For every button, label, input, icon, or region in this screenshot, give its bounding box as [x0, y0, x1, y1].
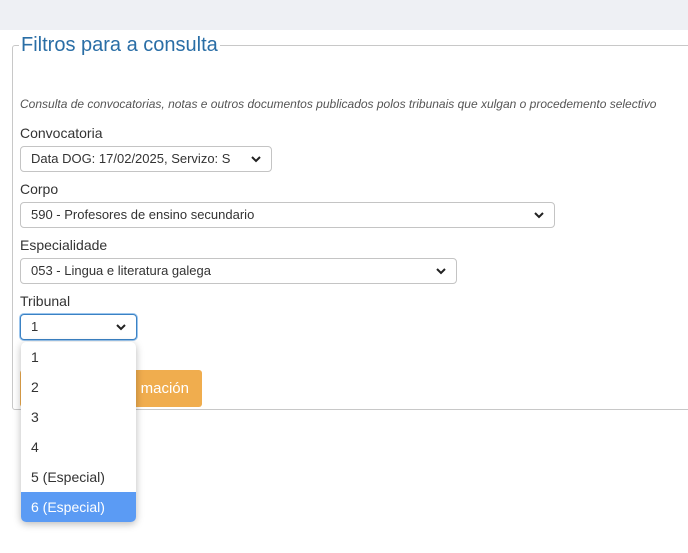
- especialidade-value: 053 - Lingua e literatura galega: [31, 263, 211, 278]
- corpo-value: 590 - Profesores de ensino secundario: [31, 207, 255, 222]
- tribunal-option[interactable]: 2: [21, 372, 136, 402]
- tribunal-dropdown: 1 2 3 4 5 (Especial) 6 (Especial): [21, 342, 136, 522]
- chevron-down-icon: [116, 324, 126, 331]
- chevron-down-icon: [436, 268, 446, 275]
- tribunal-option[interactable]: 3: [21, 402, 136, 432]
- filters-legend: Filtros para a consulta: [21, 34, 218, 56]
- tribunal-label: Tribunal: [20, 293, 71, 309]
- especialidade-label: Especialidade: [20, 237, 108, 253]
- corpo-label: Corpo: [20, 181, 59, 197]
- tribunal-option[interactable]: 5 (Especial): [21, 462, 136, 492]
- chevron-down-icon: [534, 212, 544, 219]
- chevron-down-icon: [251, 156, 261, 163]
- especialidade-select[interactable]: 053 - Lingua e literatura galega: [20, 258, 457, 284]
- top-bar: [0, 0, 688, 30]
- convocatoria-label: Convocatoria: [20, 125, 103, 141]
- corpo-select[interactable]: 590 - Profesores de ensino secundario: [20, 202, 555, 228]
- info-button-label: mación: [140, 380, 189, 397]
- filters-description: Consulta de convocatorias, notas e outro…: [20, 97, 657, 111]
- tribunal-select[interactable]: 1: [20, 314, 137, 340]
- tribunal-option[interactable]: 1: [21, 342, 136, 372]
- tribunal-option[interactable]: 4: [21, 432, 136, 462]
- convocatoria-select[interactable]: Data DOG: 17/02/2025, Servizo: S: [20, 146, 272, 172]
- tribunal-option-highlighted[interactable]: 6 (Especial): [21, 492, 136, 522]
- convocatoria-value: Data DOG: 17/02/2025, Servizo: S: [31, 151, 231, 166]
